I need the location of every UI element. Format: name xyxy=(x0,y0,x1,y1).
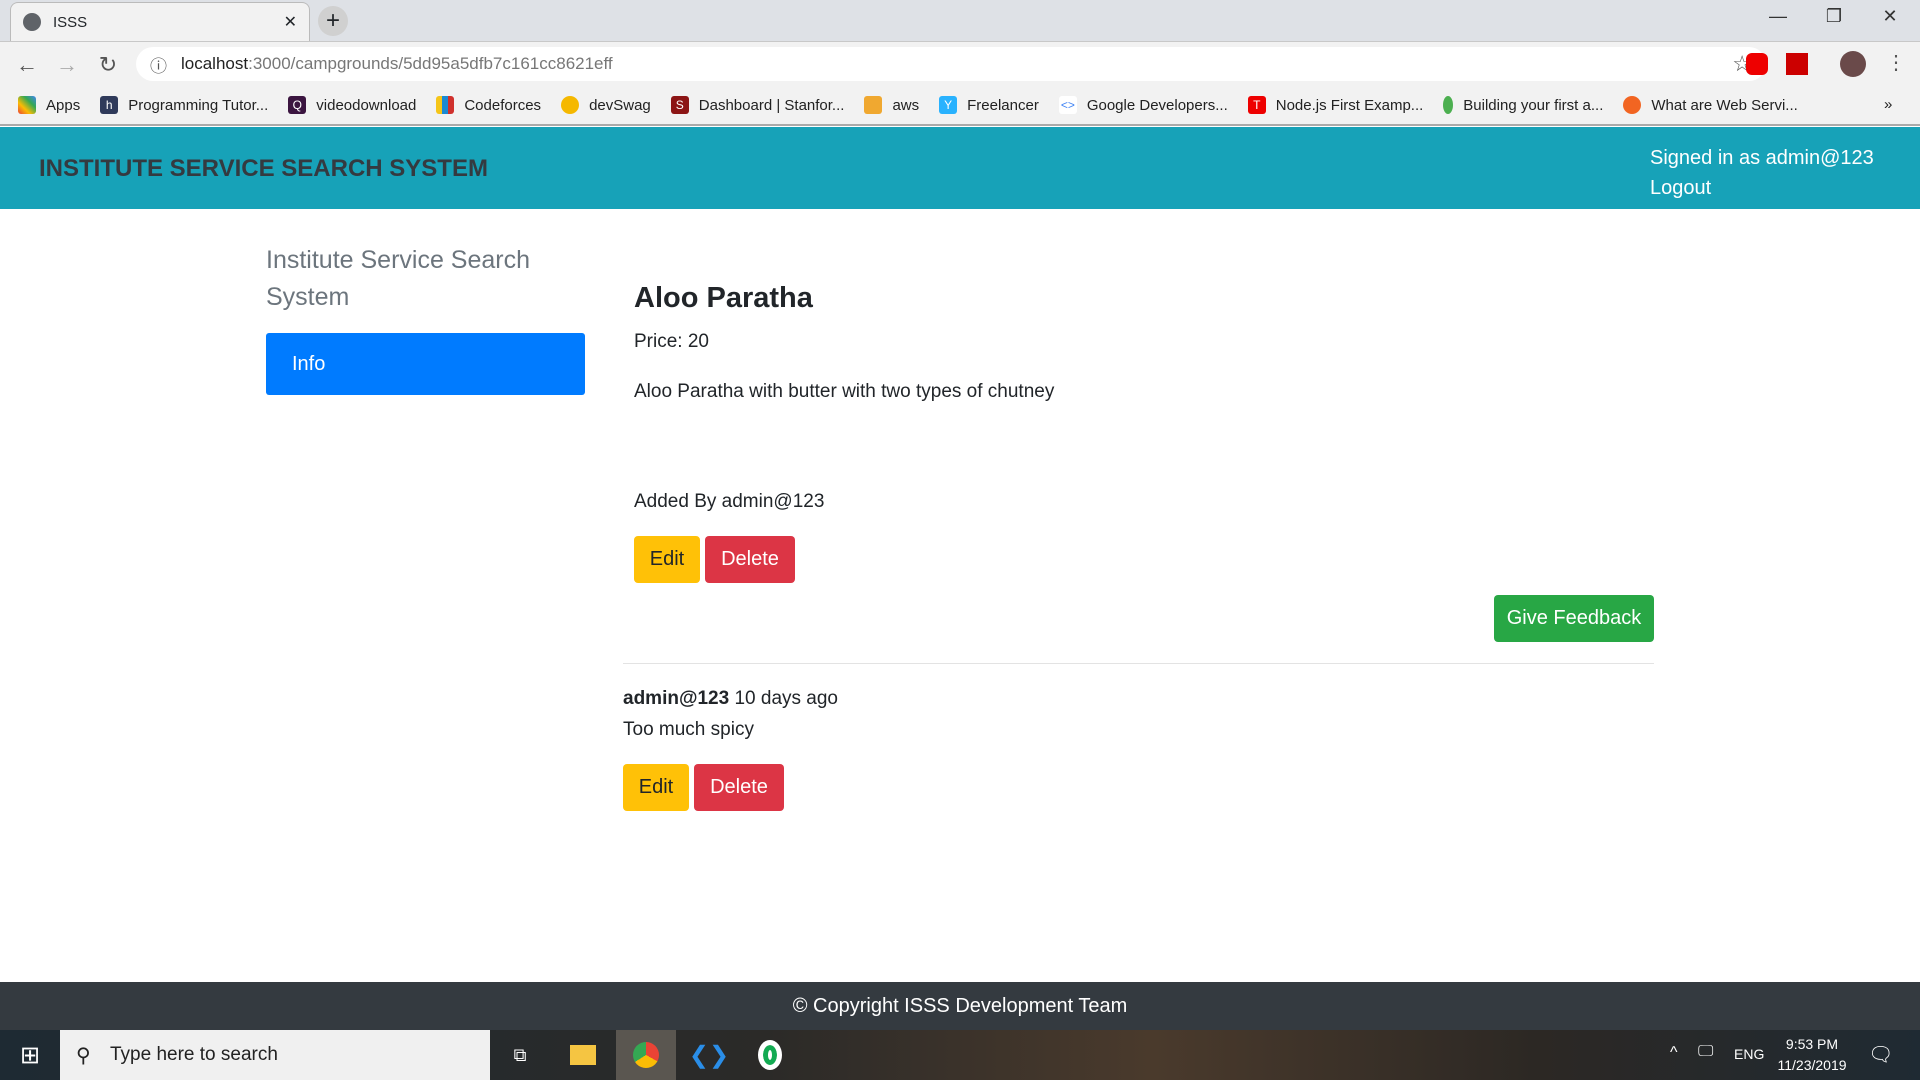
comment: admin@123 10 days ago xyxy=(623,688,838,710)
info-icon[interactable]: ⓘ xyxy=(150,52,167,77)
close-window-button[interactable]: ✕ xyxy=(1870,6,1910,27)
address-bar[interactable]: ⓘ localhost:3000/campgrounds/5dd95a5dfb7… xyxy=(136,47,1766,81)
windows-start-icon[interactable]: ⊞ xyxy=(0,1030,60,1080)
sunglasses-emoji-icon xyxy=(561,96,580,114)
chrome-icon[interactable] xyxy=(616,1030,676,1080)
tray-chevron-icon[interactable]: ^ xyxy=(1670,1044,1678,1062)
bookmark[interactable]: What are Web Servi... xyxy=(1623,96,1798,114)
bookmark-apps[interactable]: Apps xyxy=(18,96,80,114)
url-host: localhost xyxy=(181,54,249,73)
stanford-icon: S xyxy=(670,96,689,114)
bookmarks-bar: Apps h Programming Tutor... Qvideodownloa… xyxy=(0,86,1920,126)
browser-toolbar: ← → ↻ ⓘ localhost:3000/campgrounds/5dd95… xyxy=(0,41,1920,86)
delete-item-button[interactable]: Delete xyxy=(705,536,795,583)
comment-author: admin@123 xyxy=(623,688,730,709)
taskbar-search[interactable]: ⚲ Type here to search xyxy=(60,1030,490,1080)
notifications-icon[interactable]: 🗨 xyxy=(1868,1042,1893,1067)
comment-text: Too much spicy xyxy=(623,719,754,740)
more-bookmarks-icon[interactable]: » xyxy=(1884,96,1892,113)
adblock-icon[interactable] xyxy=(1746,53,1768,75)
comment-time: 10 days ago xyxy=(734,688,838,709)
sidebar-item-info[interactable]: Info xyxy=(266,333,585,395)
file-explorer-icon[interactable] xyxy=(553,1030,613,1080)
navbar-brand[interactable]: INSTITUTE SERVICE SEARCH SYSTEM xyxy=(39,155,488,183)
orange-circle-icon xyxy=(1623,96,1642,114)
sidebar-title: Institute Service Search System xyxy=(266,246,531,311)
close-tab-icon[interactable]: ✕ xyxy=(284,12,297,32)
bookmark[interactable]: Codeforces xyxy=(436,96,541,114)
bookmark[interactable]: aws xyxy=(864,96,919,114)
footer: © Copyright ISSS Development Team xyxy=(0,982,1920,1030)
freelancer-icon: Y xyxy=(939,96,958,114)
mongodb-leaf-icon xyxy=(1443,96,1454,114)
task-view-icon[interactable]: ⧉ xyxy=(490,1030,550,1080)
taskbar: ⊞ ⚲ Type here to search ⧉ ❮❯ ^ 🖵 ENG 9:5… xyxy=(0,1030,1920,1080)
minimize-button[interactable]: — xyxy=(1758,6,1798,27)
bookmark[interactable]: Building your first a... xyxy=(1443,96,1603,114)
logout-link[interactable]: Logout xyxy=(1650,173,1874,203)
bookmark[interactable]: S Dashboard | Stanfor... xyxy=(670,96,844,114)
bookmark[interactable]: T Node.js First Examp... xyxy=(1247,96,1423,114)
forward-icon[interactable]: → xyxy=(52,52,82,78)
globe-icon xyxy=(23,13,41,31)
item-description: Aloo Paratha with butter with two types … xyxy=(634,381,1055,402)
signed-in-text: Signed in as admin@123 xyxy=(1650,147,1874,169)
mongodb-compass-icon[interactable] xyxy=(740,1030,800,1080)
browser-tab[interactable]: ISSS ✕ xyxy=(10,2,310,41)
aws-icon xyxy=(864,96,883,114)
bookmark[interactable]: devSwag xyxy=(561,96,651,114)
edit-item-button[interactable]: Edit xyxy=(634,536,700,583)
give-feedback-button[interactable]: Give Feedback xyxy=(1494,595,1654,642)
item-added-by: Added By admin@123 xyxy=(634,491,825,512)
divider xyxy=(623,663,1654,664)
google-developers-icon: <> xyxy=(1058,96,1077,114)
vscode-icon[interactable]: ❮❯ xyxy=(679,1030,739,1080)
extension-icon[interactable] xyxy=(1786,53,1808,75)
delete-comment-button[interactable]: Delete xyxy=(694,764,784,811)
network-icon[interactable]: 🖵 xyxy=(1698,1043,1713,1061)
restore-button[interactable]: ❐ xyxy=(1814,6,1854,27)
bookmark[interactable]: h Programming Tutor... xyxy=(100,96,268,114)
codeforces-icon xyxy=(436,96,455,114)
item-price: Price: 20 xyxy=(634,331,709,352)
item-title: Aloo Paratha xyxy=(634,282,813,314)
tab-title: ISSS xyxy=(53,13,88,31)
url-path: :3000/campgrounds/5dd95a5dfb7c161cc8621e… xyxy=(248,54,613,73)
apps-icon xyxy=(18,96,36,114)
bookmark[interactable]: Y Freelancer xyxy=(939,96,1039,114)
back-icon[interactable]: ← xyxy=(12,52,42,78)
language-indicator[interactable]: ENG xyxy=(1734,1046,1764,1062)
tab-strip: ISSS ✕ + — ❐ ✕ xyxy=(0,0,1920,41)
clock[interactable]: 9:53 PM 11/23/2019 xyxy=(1774,1034,1850,1076)
bookmark[interactable]: <> Google Developers... xyxy=(1058,96,1228,114)
user-info: Signed in as admin@123 Logout xyxy=(1650,143,1874,203)
t-icon: T xyxy=(1247,96,1266,114)
menu-icon[interactable]: ⋮ xyxy=(1886,50,1906,75)
edit-comment-button[interactable]: Edit xyxy=(623,764,689,811)
h-icon: h xyxy=(100,96,119,114)
new-tab-button[interactable]: + xyxy=(318,6,348,36)
reload-icon[interactable]: ↻ xyxy=(93,52,123,78)
avatar[interactable] xyxy=(1840,51,1866,77)
search-icon: ⚲ xyxy=(76,1044,91,1067)
bookmark[interactable]: Qvideodownload xyxy=(288,96,416,114)
q-icon: Q xyxy=(288,96,307,114)
